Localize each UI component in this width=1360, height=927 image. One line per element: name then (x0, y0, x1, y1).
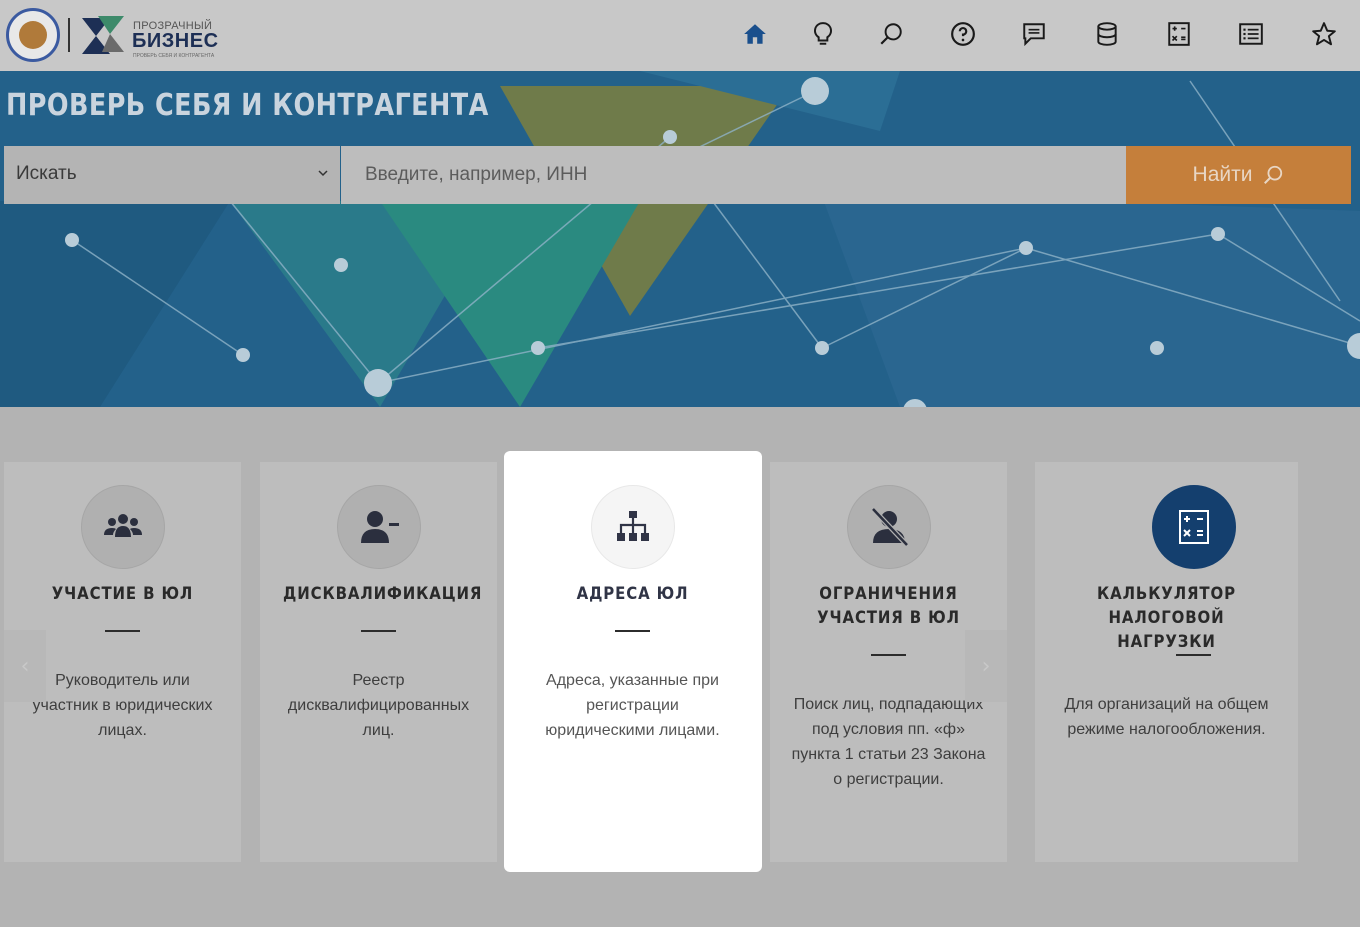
chevron-down-icon (318, 170, 328, 177)
card-title: ОГРАНИЧЕНИЯ УЧАСТИЯ В ЮЛ (817, 584, 960, 628)
calculator-icon[interactable] (1165, 20, 1193, 48)
top-header: ПРОЗРАЧНЫЙ БИЗНЕС ПРОВЕРЬ СЕБЯ И КОНТРАГ… (0, 0, 1360, 71)
lightbulb-icon[interactable] (809, 20, 837, 48)
user-slash-icon (847, 485, 931, 569)
search-button[interactable]: Найти (1126, 146, 1351, 204)
page-title: ПРОВЕРЬ СЕБЯ И КОНТРАГЕНТА (6, 88, 489, 123)
card-divider (105, 630, 140, 632)
search-button-label: Найти (1192, 163, 1253, 186)
card-divider (871, 654, 906, 656)
users-icon (81, 485, 165, 569)
card-title: ДИСКВАЛИФИКАЦИЯ (283, 584, 483, 604)
user-minus-icon (337, 485, 421, 569)
calculator-icon (1152, 485, 1236, 569)
database-icon[interactable] (1093, 20, 1121, 48)
carousel-prev-button[interactable]: ‹ (4, 630, 46, 702)
logo-subtext: ПРОВЕРЬ СЕБЯ И КОНТРАГЕНТА (133, 53, 215, 59)
card-divider (1176, 654, 1211, 656)
card-addresses[interactable]: АДРЕСА ЮЛ Адреса, указанные при регистра… (514, 462, 751, 862)
card-description: Руководитель или участник в юридических … (32, 672, 213, 739)
card-divider (615, 630, 650, 632)
card-title: УЧАСТИЕ В ЮЛ (51, 584, 194, 604)
sitemap-icon (591, 485, 675, 569)
question-icon[interactable] (949, 20, 977, 48)
logo-divider (68, 18, 70, 52)
transparent-business-logo-mark[interactable] (80, 12, 126, 58)
card-disqualification[interactable]: ДИСКВАЛИФИКАЦИЯ Реестр дисквалифицирован… (260, 462, 497, 862)
search-type-value: Искать (16, 163, 77, 184)
fns-emblem-logo[interactable] (6, 8, 60, 62)
logo-text-big: БИЗНЕС (132, 30, 219, 52)
card-description: Для организаций на общем режиме налогооб… (1064, 696, 1269, 738)
carousel-next-button[interactable]: › (965, 630, 1007, 702)
search-icon (1264, 165, 1283, 184)
card-description: Адреса, указанные при регистрации юридич… (545, 672, 720, 739)
search-type-select[interactable]: Искать (4, 146, 340, 204)
card-title: АДРЕСА ЮЛ (576, 584, 689, 604)
card-tax-calculator[interactable]: КАЛЬКУЛЯТОР НАЛОГОВОЙ НАГРУЗКИ Для орган… (1035, 462, 1298, 862)
list-icon[interactable] (1237, 20, 1265, 48)
comment-icon[interactable] (1020, 20, 1048, 48)
card-description: Поиск лиц, подпадающих под условия пп. «… (791, 696, 986, 788)
card-description: Реестр дисквалифицированных лиц. (287, 672, 470, 739)
chevron-right-icon: › (981, 653, 991, 679)
card-divider (361, 630, 396, 632)
star-icon[interactable] (1310, 20, 1338, 48)
search-input[interactable] (341, 146, 1126, 204)
search-icon[interactable] (877, 20, 905, 48)
chevron-left-icon: ‹ (20, 653, 30, 679)
home-icon[interactable] (741, 20, 769, 48)
card-title: КАЛЬКУЛЯТОР НАЛОГОВОЙ НАГРУЗКИ (1097, 584, 1236, 652)
